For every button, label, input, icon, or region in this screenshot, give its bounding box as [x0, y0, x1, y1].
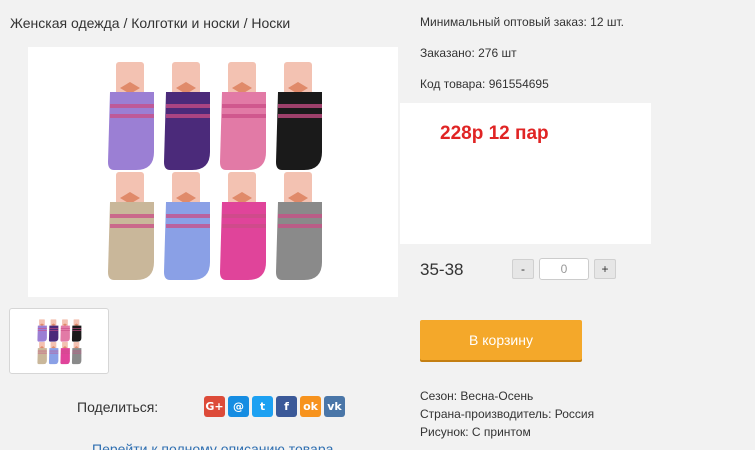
mail-ru-icon[interactable]: @ — [228, 396, 249, 417]
size-label: 35-38 — [420, 260, 464, 279]
min-order-text: Минимальный оптовый заказ: 12 шт. — [420, 15, 624, 29]
social-share-buttons: G+ @ t f ok vk — [204, 396, 345, 417]
sock-image — [164, 172, 210, 280]
product-thumbnail[interactable] — [9, 308, 109, 374]
product-page: Женская одежда / Колготки и носки / Носк… — [0, 0, 755, 450]
season-attribute: Сезон: Весна-Осень — [420, 389, 534, 403]
sock-image — [37, 319, 47, 342]
product-code-text: Код товара: 961554695 — [420, 77, 549, 91]
qty-input[interactable] — [539, 258, 589, 280]
sock-image — [60, 342, 70, 365]
sock-image — [164, 62, 210, 170]
qty-minus-button[interactable]: - — [512, 259, 534, 279]
pattern-attribute: Рисунок: С принтом — [420, 425, 531, 439]
sock-image — [48, 319, 59, 342]
twitter-icon[interactable]: t — [252, 396, 273, 417]
share-label: Поделиться: — [77, 399, 159, 415]
sock-image — [108, 172, 154, 280]
sock-image — [71, 342, 82, 365]
price: 228р 12 пар — [440, 123, 549, 144]
sock-image — [108, 62, 154, 170]
vk-icon[interactable]: vk — [324, 396, 345, 417]
country-attribute: Страна-производитель: Россия — [420, 407, 595, 421]
add-to-cart-button[interactable]: В корзину — [420, 320, 582, 360]
odnoklassniki-icon[interactable]: ok — [300, 396, 321, 417]
sock-image — [60, 319, 70, 342]
ordered-count-text: Заказано: 276 шт — [420, 46, 517, 60]
sock-image — [48, 342, 59, 365]
qty-plus-button[interactable]: + — [594, 259, 616, 279]
sock-image — [220, 62, 266, 170]
price-box: 228р 12 пар — [400, 103, 651, 244]
breadcrumb[interactable]: Женская одежда / Колготки и носки / Носк… — [10, 15, 290, 31]
sock-image — [220, 172, 266, 280]
full-description-link[interactable]: Перейти к полному описанию товара — [92, 441, 333, 450]
sock-image — [276, 172, 322, 280]
google-plus-icon[interactable]: G+ — [204, 396, 225, 417]
sock-image — [276, 62, 322, 170]
sock-image — [71, 319, 82, 342]
product-main-image[interactable] — [28, 47, 398, 297]
sock-image — [37, 342, 47, 365]
facebook-icon[interactable]: f — [276, 396, 297, 417]
quantity-stepper: - + — [512, 258, 616, 280]
